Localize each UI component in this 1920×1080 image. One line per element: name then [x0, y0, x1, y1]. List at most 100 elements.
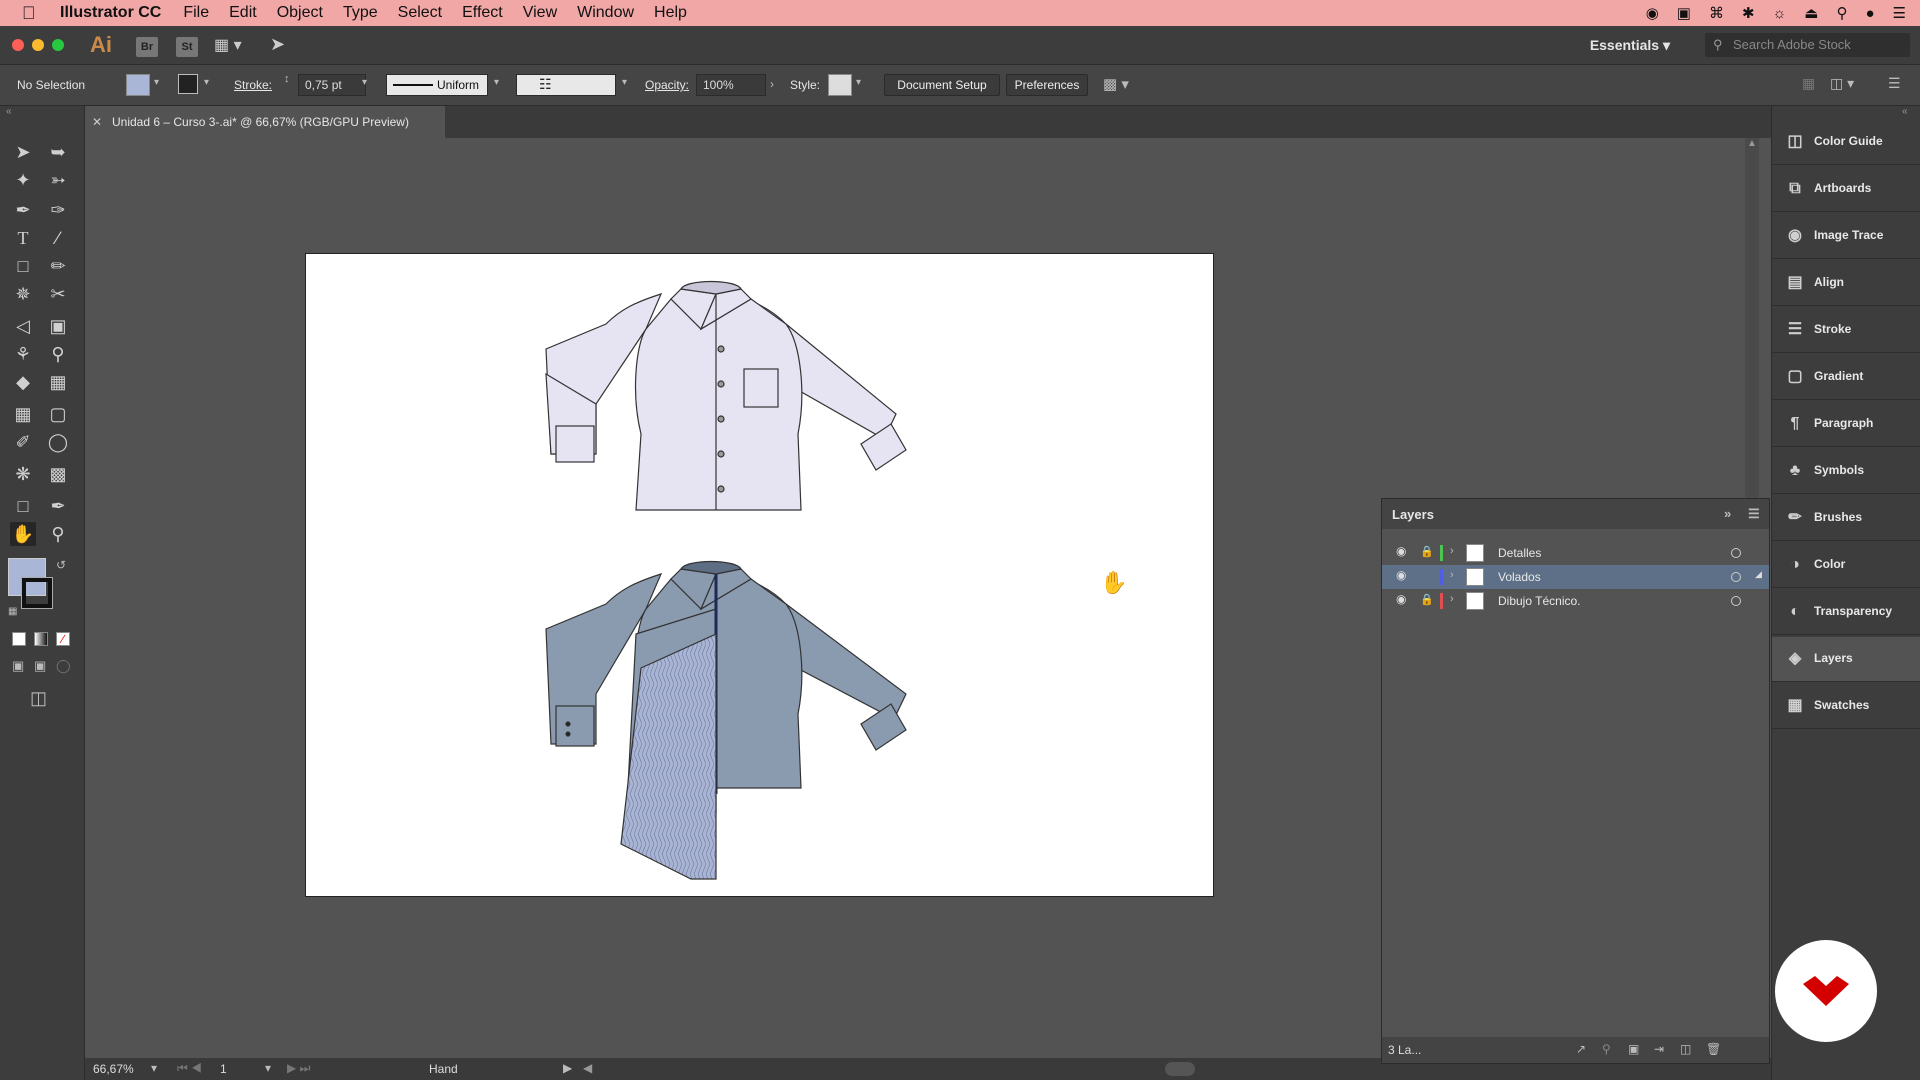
gradient-tool-icon[interactable]: ▢ — [45, 402, 71, 426]
lock-icon[interactable]: 🔒 — [1420, 593, 1434, 606]
gpu-rocket-icon[interactable]: ➤ — [270, 34, 285, 55]
pen-tool-icon[interactable]: ✒ — [10, 198, 36, 222]
close-window-button[interactable] — [12, 39, 24, 51]
brush-dropdown-icon[interactable]: ▾ — [622, 77, 627, 88]
expand-layer-icon[interactable]: › — [1450, 569, 1454, 581]
stroke-color-box[interactable] — [21, 577, 53, 609]
fill-swatch[interactable] — [126, 74, 150, 96]
delete-layer-icon[interactable]: 🗑 — [1706, 1042, 1721, 1056]
variable-width-profile[interactable]: Uniform — [386, 74, 488, 96]
width-tool-icon[interactable]: ⚘ — [10, 342, 36, 366]
layer-row-detalles[interactable]: ◉ 🔒 › Detalles — [1382, 541, 1769, 565]
document-setup-button[interactable]: Document Setup — [884, 74, 1000, 96]
opacity-label[interactable]: Opacity: — [645, 78, 689, 92]
symbol-sprayer-tool-icon[interactable]: ❋ — [10, 462, 36, 486]
status-menu-icon[interactable]: ▶ — [563, 1061, 572, 1075]
wifi-icon[interactable]: ☼ — [1773, 5, 1787, 22]
menu-effect[interactable]: Effect — [462, 4, 503, 22]
line-tool-icon[interactable]: ∕ — [45, 226, 71, 250]
stroke-swatch[interactable] — [178, 74, 198, 94]
curvature-tool-icon[interactable]: ✑ — [45, 198, 71, 222]
draw-inside-icon[interactable]: ◯ — [56, 658, 71, 674]
bridge-button[interactable]: Br — [136, 37, 158, 57]
stroke-weight-field[interactable]: 0,75 pt — [298, 74, 366, 96]
zoom-dropdown-icon[interactable]: ▾ — [151, 1061, 157, 1075]
dock-artboards[interactable]: ⧉ Artboards — [1772, 167, 1920, 212]
perspective-grid-tool-icon[interactable]: ▦ — [45, 370, 71, 394]
expand-layer-icon[interactable]: › — [1450, 545, 1454, 557]
layers-panel-header[interactable]: Layers » ☰ — [1382, 499, 1769, 529]
stroke-weight-dropdown-icon[interactable]: ▾ — [362, 77, 367, 88]
layer-target-icon[interactable] — [1731, 572, 1741, 582]
command-icon[interactable]: ⌘ — [1709, 4, 1724, 22]
menu-app-name[interactable]: Illustrator CC — [60, 4, 161, 22]
horizontal-scroll-thumb[interactable] — [1165, 1062, 1195, 1076]
eyedropper-tool-icon[interactable]: ✐ — [10, 430, 36, 454]
type-tool-icon[interactable]: T — [10, 226, 36, 250]
graphic-style-swatch[interactable] — [828, 74, 852, 96]
preferences-button[interactable]: Preferences — [1006, 74, 1088, 96]
layers-panel-title[interactable]: Layers — [1392, 507, 1434, 522]
layers-menu-icon[interactable]: ☰ — [1748, 506, 1760, 522]
screen-icon[interactable]: ▣ — [1677, 4, 1691, 22]
minimize-window-button[interactable] — [32, 39, 44, 51]
dock-image-trace[interactable]: ◉ Image Trace — [1772, 214, 1920, 259]
next-artboard-icon[interactable]: ▶ ⏭ — [287, 1061, 310, 1076]
swap-fill-stroke-icon[interactable]: ↺ — [56, 558, 66, 572]
first-artboard-icon[interactable]: ⏮ ◀ — [177, 1061, 202, 1076]
menu-window[interactable]: Window — [577, 4, 634, 22]
layer-row-dibujo-tecnico[interactable]: ◉ 🔒 › Dibujo Técnico. — [1382, 589, 1769, 613]
draw-behind-icon[interactable]: ▣ — [34, 658, 46, 674]
layer-name[interactable]: Detalles — [1498, 546, 1541, 560]
opacity-field[interactable]: 100% — [696, 74, 766, 96]
selection-tool-icon[interactable]: ➤ — [10, 140, 36, 164]
layer-target-icon[interactable] — [1731, 596, 1741, 606]
control-menu-icon[interactable]: ☰ — [1888, 75, 1901, 92]
scroll-left-icon[interactable]: ◀ — [583, 1061, 592, 1075]
collapse-tools-icon[interactable]: « — [6, 106, 12, 117]
locate-object-icon[interactable]: ⚲ — [1602, 1042, 1611, 1056]
new-sublayer-icon[interactable]: ⇥ — [1654, 1042, 1664, 1056]
none-mode-icon[interactable]: ∕ — [56, 632, 70, 646]
dock-brushes[interactable]: ✏ Brushes — [1772, 496, 1920, 541]
artboard[interactable] — [305, 253, 1214, 897]
style-dropdown-icon[interactable]: ▾ — [856, 77, 861, 88]
eject-icon[interactable]: ⏏ — [1804, 4, 1818, 22]
menu-help[interactable]: Help — [654, 4, 687, 22]
apple-icon[interactable]:  — [22, 3, 42, 24]
menu-edit[interactable]: Edit — [229, 4, 257, 22]
stock-button[interactable]: St — [176, 37, 198, 57]
visibility-eye-icon[interactable]: ◉ — [1396, 568, 1406, 582]
puppet-warp-tool-icon[interactable]: ⚲ — [45, 342, 71, 366]
menu-type[interactable]: Type — [343, 4, 378, 22]
profile-dropdown-icon[interactable]: ▾ — [494, 77, 499, 88]
opacity-more-icon[interactable]: › — [770, 77, 774, 91]
dock-transparency[interactable]: ◐ Transparency — [1772, 590, 1920, 635]
arrange-documents-icon[interactable]: ▦ ▾ — [214, 35, 242, 55]
artboard-number[interactable]: 1 — [220, 1062, 227, 1076]
spotlight-search-icon[interactable]: ⚲ — [1836, 4, 1847, 22]
dock-gradient[interactable]: ▢ Gradient — [1772, 355, 1920, 400]
scissors-tool-icon[interactable]: ✂ — [45, 282, 71, 306]
expand-layer-icon[interactable]: › — [1450, 593, 1454, 605]
isolate-icon[interactable]: ▦ — [1802, 75, 1815, 92]
scroll-up-icon[interactable]: ▲ — [1747, 138, 1757, 149]
gradient-mode-icon[interactable] — [34, 632, 48, 646]
color-mode-icon[interactable] — [12, 632, 26, 646]
shaper-tool-icon[interactable]: ✵ — [10, 282, 36, 306]
bluetooth-icon[interactable]: ✱ — [1742, 4, 1755, 22]
menu-file[interactable]: File — [183, 4, 209, 22]
fill-dropdown-icon[interactable]: ▾ — [154, 77, 159, 88]
zoom-window-button[interactable] — [52, 39, 64, 51]
artboard-tool-icon[interactable]: □ — [10, 494, 36, 518]
dock-paragraph[interactable]: ¶ Paragraph — [1772, 402, 1920, 447]
dock-align[interactable]: ▤ Align — [1772, 261, 1920, 306]
scale-tool-icon[interactable]: ▣ — [45, 314, 71, 338]
draw-normal-icon[interactable]: ▣ — [12, 658, 24, 674]
screen-mode-icon[interactable]: ◫ — [30, 688, 47, 709]
paintbrush-tool-icon[interactable]: ✏ — [45, 254, 71, 278]
notification-list-icon[interactable]: ☰ — [1893, 4, 1906, 22]
direct-selection-tool-icon[interactable]: ➥ — [45, 140, 71, 164]
dock-swatches[interactable]: ▦ Swatches — [1772, 684, 1920, 729]
layer-name[interactable]: Dibujo Técnico. — [1498, 594, 1581, 608]
